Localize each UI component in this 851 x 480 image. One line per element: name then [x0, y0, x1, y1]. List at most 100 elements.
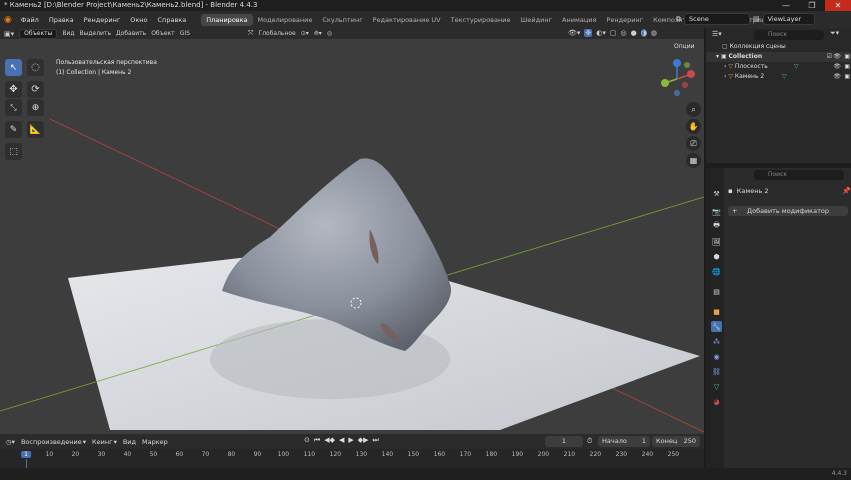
options-dropdown[interactable]: Опции	[674, 43, 695, 50]
blender-logo-icon[interactable]: ◉	[4, 15, 12, 25]
current-frame-input[interactable]: 1	[545, 436, 583, 447]
filter-icon[interactable]: ⏷▾	[830, 29, 839, 38]
gizmo-neg-y[interactable]	[684, 62, 690, 68]
zoom-view-button[interactable]: ⌕	[686, 102, 701, 117]
record-icon[interactable]: ⊙	[304, 436, 310, 445]
shading-wireframe-icon[interactable]: ◎	[621, 29, 627, 37]
playhead-line[interactable]	[26, 459, 27, 468]
ortho-toggle-button[interactable]: ▦	[686, 153, 701, 168]
tab-layout[interactable]: Планировка	[201, 13, 253, 26]
jump-start-icon[interactable]: ⏮	[314, 436, 320, 445]
gizmo-z-axis[interactable]	[673, 59, 681, 67]
select-box-tool[interactable]: ↖	[5, 59, 22, 76]
snap-icon[interactable]: ⟰▾	[314, 30, 322, 37]
camera-icon[interactable]: ▣	[844, 52, 850, 62]
gizmo-toggle-icon[interactable]: ✥	[584, 29, 593, 37]
play-icon[interactable]: ▶	[348, 436, 353, 445]
particles-tab-icon[interactable]: ⁂	[711, 336, 722, 347]
close-button[interactable]: ✕	[825, 0, 851, 11]
transform-orientation-selector[interactable]: Глобальное	[259, 30, 296, 37]
mode-selector[interactable]: Объекты	[19, 28, 58, 39]
outliner-row-stone[interactable]: › ▽ Камень 2 ▽ 👁 ▣	[706, 72, 851, 82]
pin-icon[interactable]: 📌	[842, 187, 851, 195]
constraints-tab-icon[interactable]: ⛓	[711, 366, 722, 377]
minimize-button[interactable]: —	[773, 0, 799, 11]
menu-file[interactable]: Файл	[16, 16, 44, 24]
camera-icon[interactable]: ▣	[844, 72, 850, 82]
modifier-tab-icon[interactable]: 🔧	[711, 321, 722, 332]
tab-uv-editing[interactable]: Редактирование UV	[368, 14, 446, 26]
proportional-edit-icon[interactable]: ◎	[327, 30, 332, 37]
menu-view[interactable]: Вид	[62, 30, 74, 37]
add-modifier-button[interactable]: + Добавить модификатор	[728, 206, 848, 216]
rotate-tool[interactable]: ⟳	[27, 81, 44, 98]
tab-texture-paint[interactable]: Текстурирование	[446, 14, 516, 26]
end-frame-input[interactable]: Конец 250	[652, 436, 700, 447]
menu-help[interactable]: Справка	[153, 16, 192, 24]
object-name[interactable]: Камень 2	[737, 187, 769, 195]
tab-sculpting[interactable]: Скульптинг	[317, 14, 367, 26]
eye-icon[interactable]: 👁	[833, 72, 841, 82]
data-tab-icon[interactable]: ▽	[711, 381, 722, 392]
outliner-row-plane[interactable]: › ▽ Плоскость ▽ 👁 ▣	[706, 62, 851, 72]
menu-select[interactable]: Выделить	[80, 30, 111, 37]
gizmo-neg-z[interactable]	[674, 90, 680, 96]
expand-arrow-icon[interactable]: ▾	[716, 53, 719, 60]
tab-modeling[interactable]: Моделирование	[253, 14, 318, 26]
start-frame-input[interactable]: Начало 1	[598, 436, 650, 447]
outliner-search-input[interactable]: Поиск	[754, 30, 824, 40]
clock-icon[interactable]: ⏱	[587, 437, 592, 446]
marker-menu[interactable]: Маркер	[142, 438, 168, 446]
shading-solid-icon[interactable]: ●	[631, 29, 637, 37]
properties-search-input[interactable]: Поиск	[754, 170, 844, 180]
expand-arrow-icon[interactable]: ›	[724, 73, 726, 80]
tool-tab-icon[interactable]: ⚒	[711, 188, 722, 199]
menu-render[interactable]: Рендеринг	[79, 16, 126, 24]
add-cube-tool[interactable]: ⬚	[5, 143, 22, 160]
view-menu[interactable]: Вид	[123, 438, 136, 446]
menu-gis[interactable]: GIS	[180, 30, 190, 37]
gizmo-x-axis[interactable]	[687, 70, 695, 78]
play-reverse-icon[interactable]: ◀	[339, 436, 344, 445]
annotate-tool[interactable]: ✎	[5, 121, 22, 138]
render-tab-icon[interactable]: 📷	[711, 206, 722, 217]
move-tool[interactable]: ✥	[5, 81, 22, 98]
jump-end-icon[interactable]: ⏭	[373, 436, 379, 445]
scene-tab-icon[interactable]: ⬢	[711, 251, 722, 262]
eye-icon[interactable]: 👁	[833, 52, 841, 62]
material-tab-icon[interactable]: ◕	[711, 396, 722, 407]
gizmo-y-axis[interactable]	[661, 79, 669, 87]
output-tab-icon[interactable]: 🖶	[711, 221, 722, 232]
overlays-icon[interactable]: ◐▾	[596, 29, 606, 37]
physics-tab-icon[interactable]: ◉	[711, 351, 722, 362]
camera-icon[interactable]: ▣	[844, 62, 850, 72]
editor-type-icon[interactable]: ▣▾	[4, 30, 14, 38]
pan-view-button[interactable]: ✋	[686, 119, 701, 134]
expand-arrow-icon[interactable]: ›	[724, 63, 726, 70]
collection-tab-icon[interactable]: ▤	[711, 286, 722, 297]
gizmo-neg-x[interactable]	[682, 82, 688, 88]
shading-rendered-icon[interactable]: ◍	[651, 29, 657, 37]
visibility-icon[interactable]: 👁▾	[568, 29, 580, 37]
shading-material-icon[interactable]: ◑	[640, 29, 647, 37]
transform-tool[interactable]: ⊕	[27, 99, 44, 116]
maximize-button[interactable]: ❐	[799, 0, 825, 11]
tab-animation[interactable]: Анимация	[557, 14, 601, 26]
cursor-tool[interactable]: ◌	[27, 59, 44, 76]
menu-object[interactable]: Объект	[151, 30, 174, 37]
menu-edit[interactable]: Правка	[44, 16, 79, 24]
outliner-editor-icon[interactable]: ☰▾	[712, 30, 722, 38]
menu-window[interactable]: Окно	[125, 16, 152, 24]
world-tab-icon[interactable]: 🌐	[711, 266, 722, 277]
camera-view-button[interactable]: ⎚	[686, 136, 701, 151]
scale-tool[interactable]: ⤡	[5, 99, 22, 116]
eye-icon[interactable]: 👁	[833, 62, 841, 72]
xray-icon[interactable]: ▢	[610, 29, 617, 37]
timeline-ruler[interactable]: 1 10 20 30 40 50 60 70 80 90 100 110 120 130 140 150 160…	[0, 449, 704, 468]
tab-rendering[interactable]: Рендеринг	[601, 14, 648, 26]
menu-add[interactable]: Добавить	[116, 30, 146, 37]
navigation-gizmo[interactable]	[657, 57, 697, 101]
prev-keyframe-icon[interactable]: ◀◆	[324, 436, 335, 445]
playback-menu[interactable]: Воспроизведение	[21, 438, 82, 446]
scene-selector[interactable]: Scene	[684, 13, 750, 25]
